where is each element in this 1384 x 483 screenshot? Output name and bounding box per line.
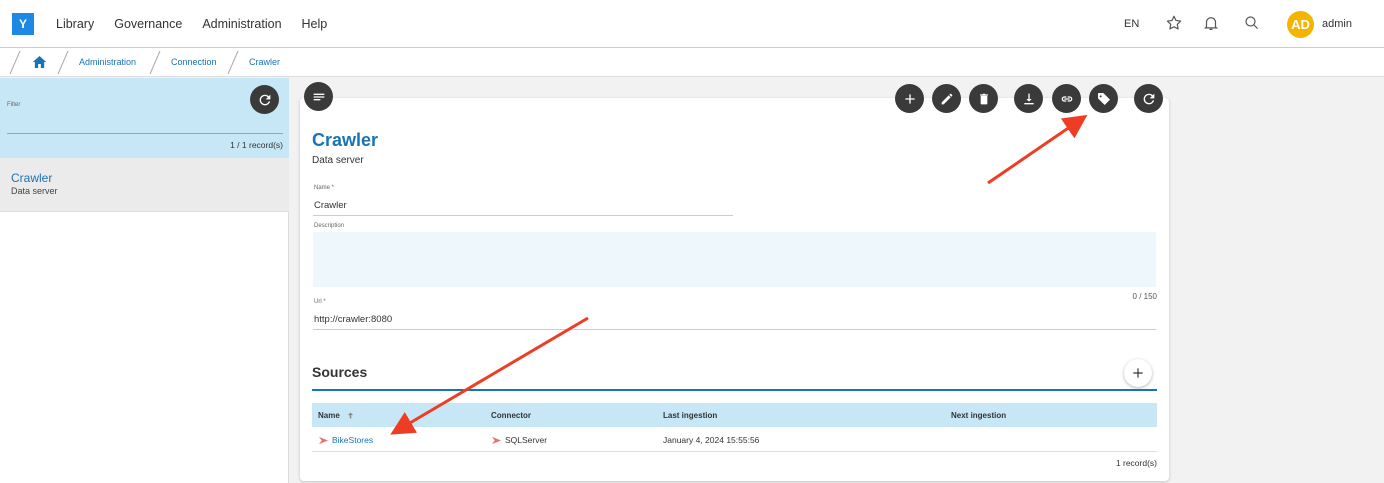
link-icon [1061,95,1072,102]
url-label: Url * [314,299,326,305]
source-name[interactable]: BikeStores [332,435,373,445]
left-panel: Filter 1 / 1 record(s) Crawler Data serv… [0,78,289,483]
table-row[interactable]: BikeStores SQLServer January 4, 2024 15:… [312,427,1157,452]
edit-icon [941,93,952,104]
sources-divider [312,389,1157,391]
list-toggle-button[interactable] [304,82,333,111]
breadcrumb-connection[interactable]: Connection [171,57,217,67]
app-logo[interactable]: Y [12,13,34,35]
download-button[interactable] [1014,84,1043,113]
column-connector[interactable]: Connector [491,411,531,420]
column-name[interactable]: Name [318,411,355,420]
name-underline [313,215,733,216]
breadcrumb-separator [57,50,69,75]
refresh-list-button[interactable] [250,85,279,114]
page-subtitle: Data server [312,155,364,166]
refresh-icon [259,94,270,105]
filter-underline [7,133,283,134]
name-field[interactable]: Crawler [314,200,347,211]
char-counter: 0 / 150 [1132,292,1157,301]
nav-administration[interactable]: Administration [202,17,281,31]
add-icon [1133,368,1143,378]
language-selector[interactable]: EN [1124,18,1139,30]
add-source-button[interactable] [1124,359,1152,387]
delete-button[interactable] [969,84,998,113]
download-icon [1023,93,1034,104]
column-next-ingestion[interactable]: Next ingestion [951,411,1006,420]
source-name-cell[interactable]: BikeStores [318,435,373,445]
breadcrumb-separator [9,50,21,75]
tag-icon [1097,92,1110,105]
url-underline [313,329,1156,330]
list-item-title[interactable]: Crawler [11,171,52,185]
table-header: Name Connector Last ingestion Next inges… [312,403,1157,427]
edit-button[interactable] [932,84,961,113]
page-title: Crawler [312,130,379,150]
delete-icon [979,93,988,104]
home-icon[interactable] [31,54,48,70]
nav-library[interactable]: Library [56,17,94,31]
description-label: Description [314,223,345,229]
description-field[interactable] [313,232,1156,287]
table-record-count: 1 record(s) [1115,458,1157,468]
star-icon[interactable] [1165,14,1183,32]
avatar[interactable]: AD [1287,11,1314,38]
link-button[interactable] [1052,84,1081,113]
breadcrumb: Administration Connection Crawler [0,48,1384,77]
last-ingestion-cell: January 4, 2024 15:55:56 [663,435,760,445]
connector-name: SQLServer [505,435,548,445]
breadcrumb-separator [227,50,239,75]
column-name-label: Name [318,411,340,420]
connector-cell: SQLServer [491,435,547,445]
main-nav: Library Governance Administration Help [56,17,327,31]
filter-input[interactable]: Filter [7,102,20,108]
breadcrumb-separator [149,50,161,75]
source-icon [319,436,328,444]
breadcrumb-crawler[interactable]: Crawler [249,57,280,67]
url-field[interactable]: http://crawler:8080 [314,314,392,325]
sqlserver-icon [492,436,501,444]
column-last-ingestion[interactable]: Last ingestion [663,411,717,420]
detail-card: Crawler Data server Name * Crawler Descr… [300,98,1169,481]
sort-ascending-icon[interactable] [346,411,355,420]
list-item[interactable]: Crawler Data server [0,158,289,212]
add-button[interactable] [895,84,924,113]
refresh-button[interactable] [1134,84,1163,113]
name-label: Name * [314,185,335,191]
refresh-icon [1143,93,1154,104]
search-icon[interactable] [1243,14,1261,32]
add-icon [904,93,915,104]
username[interactable]: admin [1322,18,1352,30]
nav-governance[interactable]: Governance [114,17,182,31]
bell-icon[interactable] [1202,14,1220,32]
sources-title: Sources [312,364,368,380]
tag-button[interactable] [1089,84,1118,113]
top-bar: Y Library Governance Administration Help… [0,0,1384,48]
list-icon [313,93,324,100]
record-count: 1 / 1 record(s) [230,140,283,150]
list-item-subtitle: Data server [11,186,58,196]
breadcrumb-administration[interactable]: Administration [79,57,136,67]
nav-help[interactable]: Help [302,17,328,31]
filter-area: Filter 1 / 1 record(s) [0,78,289,158]
